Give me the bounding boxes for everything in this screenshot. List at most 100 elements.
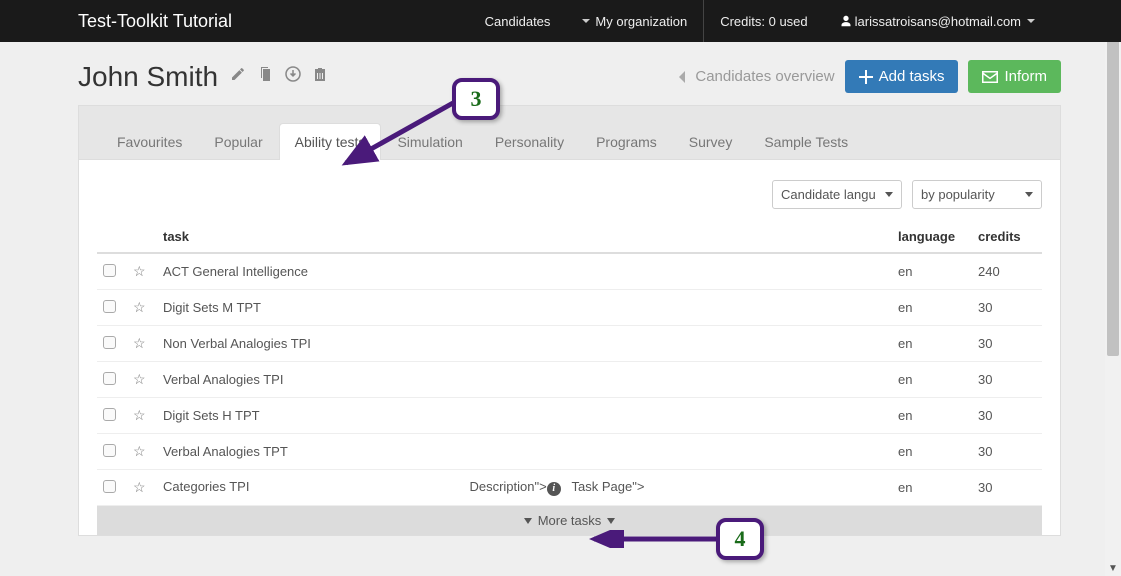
- row-checkbox[interactable]: [103, 480, 116, 493]
- scroll-down-arrow[interactable]: ▼: [1105, 560, 1121, 576]
- inform-button[interactable]: Inform: [968, 60, 1061, 93]
- table-row[interactable]: ☆ Digit Sets H TPT en30: [97, 398, 1042, 434]
- select-caret-icon: [885, 192, 893, 197]
- row-checkbox[interactable]: [103, 408, 116, 421]
- table-row[interactable]: ☆ Digit Sets M TPT en30: [97, 290, 1042, 326]
- brand-title[interactable]: Test-Toolkit Tutorial: [78, 11, 232, 32]
- task-language: en: [892, 290, 972, 326]
- trash-icon[interactable]: [313, 66, 327, 87]
- plus-icon: [859, 70, 873, 84]
- language-filter-select[interactable]: Candidate langu: [772, 180, 902, 209]
- candidates-overview-link[interactable]: Candidates overview: [677, 68, 834, 85]
- tab-sample-tests[interactable]: Sample Tests: [748, 123, 864, 160]
- table-row[interactable]: ☆ Categories TPI Description">i Task Page"…: [97, 470, 1042, 506]
- tab-content: Candidate langu by popularity task langu…: [79, 160, 1060, 535]
- candidates-overview-label: Candidates overview: [695, 68, 834, 85]
- page-title: John Smith: [78, 61, 218, 93]
- task-credits: 30: [972, 434, 1042, 470]
- task-credits: 30: [972, 362, 1042, 398]
- row-checkbox[interactable]: [103, 264, 116, 277]
- nav-credits[interactable]: Credits: 0 used: [704, 0, 823, 42]
- caret-down-icon: [582, 19, 590, 23]
- page-body: John Smith Candidates overview Add tasks: [0, 42, 1121, 536]
- task-credits: 30: [972, 290, 1042, 326]
- nav-my-organization[interactable]: My organization: [566, 0, 703, 42]
- task-page-link[interactable]: Task Page">: [572, 479, 645, 494]
- star-icon[interactable]: ☆: [133, 443, 146, 459]
- col-task: task: [157, 221, 892, 253]
- task-name: ACT General Intelligence: [163, 264, 308, 279]
- arrow-down-icon: [607, 518, 615, 524]
- task-language: en: [892, 362, 972, 398]
- task-name: Non Verbal Analogies TPI: [163, 336, 311, 351]
- tasks-table: task language credits ☆ ACT General Intel…: [97, 221, 1042, 506]
- arrow-down-icon: [524, 518, 532, 524]
- tab-personality[interactable]: Personality: [479, 123, 580, 160]
- caret-down-icon: [1027, 19, 1035, 23]
- description-link[interactable]: Description">i: [469, 479, 560, 494]
- tab-favourites[interactable]: Favourites: [101, 123, 198, 160]
- task-credits: 240: [972, 253, 1042, 290]
- tab-popular[interactable]: Popular: [198, 123, 278, 160]
- col-language: language: [892, 221, 972, 253]
- row-checkbox[interactable]: [103, 300, 116, 313]
- scrollbar-thumb[interactable]: [1107, 16, 1119, 356]
- col-credits: credits: [972, 221, 1042, 253]
- task-name: Digit Sets M TPT: [163, 300, 261, 315]
- nav-user-label: larissatroisans@hotmail.com: [855, 14, 1021, 29]
- star-icon[interactable]: ☆: [133, 407, 146, 423]
- download-icon[interactable]: [285, 66, 301, 87]
- star-icon[interactable]: ☆: [133, 479, 146, 495]
- star-icon[interactable]: ☆: [133, 371, 146, 387]
- language-filter-value: Candidate langu: [781, 187, 876, 202]
- table-row[interactable]: ☆ ACT General Intelligence en240: [97, 253, 1042, 290]
- table-row[interactable]: ☆Non Verbal Analogies TPIen30: [97, 326, 1042, 362]
- annotation-arrow-4: [586, 530, 721, 548]
- task-tabs: FavouritesPopularAbility testsSimulation…: [79, 118, 1060, 160]
- annotation-callout-4: 4: [716, 518, 764, 560]
- task-language: en: [892, 470, 972, 506]
- envelope-icon: [982, 71, 998, 83]
- task-name: Digit Sets H TPT: [163, 408, 260, 423]
- table-header-row: task language credits: [97, 221, 1042, 253]
- row-checkbox[interactable]: [103, 336, 116, 349]
- sort-value: by popularity: [921, 187, 995, 202]
- sort-select[interactable]: by popularity: [912, 180, 1042, 209]
- nav-user[interactable]: larissatroisans@hotmail.com: [824, 0, 1051, 42]
- top-navbar: Test-Toolkit Tutorial Candidates My orga…: [0, 0, 1121, 42]
- page-scrollbar[interactable]: ▲ ▼: [1105, 0, 1121, 576]
- edit-icon[interactable]: [230, 66, 246, 87]
- more-tasks-button[interactable]: More tasks: [97, 506, 1042, 535]
- task-credits: 30: [972, 398, 1042, 434]
- row-checkbox[interactable]: [103, 444, 116, 457]
- task-language: en: [892, 398, 972, 434]
- table-row[interactable]: ☆Verbal Analogies TPTen30: [97, 434, 1042, 470]
- table-row[interactable]: ☆Verbal Analogies TPIen30: [97, 362, 1042, 398]
- add-tasks-label: Add tasks: [879, 68, 945, 85]
- tasks-panel: FavouritesPopularAbility testsSimulation…: [78, 105, 1061, 536]
- star-icon[interactable]: ☆: [133, 299, 146, 315]
- filters-row: Candidate langu by popularity: [79, 180, 1060, 221]
- task-language: en: [892, 253, 972, 290]
- select-caret-icon: [1025, 192, 1033, 197]
- user-icon: [840, 15, 852, 27]
- row-checkbox[interactable]: [103, 372, 116, 385]
- inform-label: Inform: [1004, 68, 1047, 85]
- title-area: John Smith: [78, 61, 327, 93]
- star-icon[interactable]: ☆: [133, 263, 146, 279]
- add-tasks-button[interactable]: Add tasks: [845, 60, 959, 93]
- nav-my-organization-label: My organization: [595, 14, 687, 29]
- top-nav: Candidates My organization Credits: 0 us…: [469, 0, 1051, 42]
- star-icon[interactable]: ☆: [133, 335, 146, 351]
- task-name: Categories TPI: [163, 479, 249, 494]
- task-language: en: [892, 434, 972, 470]
- chevron-left-icon: [677, 70, 687, 84]
- tab-programs[interactable]: Programs: [580, 123, 673, 160]
- header-actions: Candidates overview Add tasks Inform: [677, 60, 1061, 93]
- tab-survey[interactable]: Survey: [673, 123, 749, 160]
- task-credits: 30: [972, 470, 1042, 506]
- annotation-arrow-3: [338, 98, 458, 171]
- copy-icon[interactable]: [258, 66, 273, 87]
- nav-candidates[interactable]: Candidates: [469, 0, 567, 42]
- task-language: en: [892, 326, 972, 362]
